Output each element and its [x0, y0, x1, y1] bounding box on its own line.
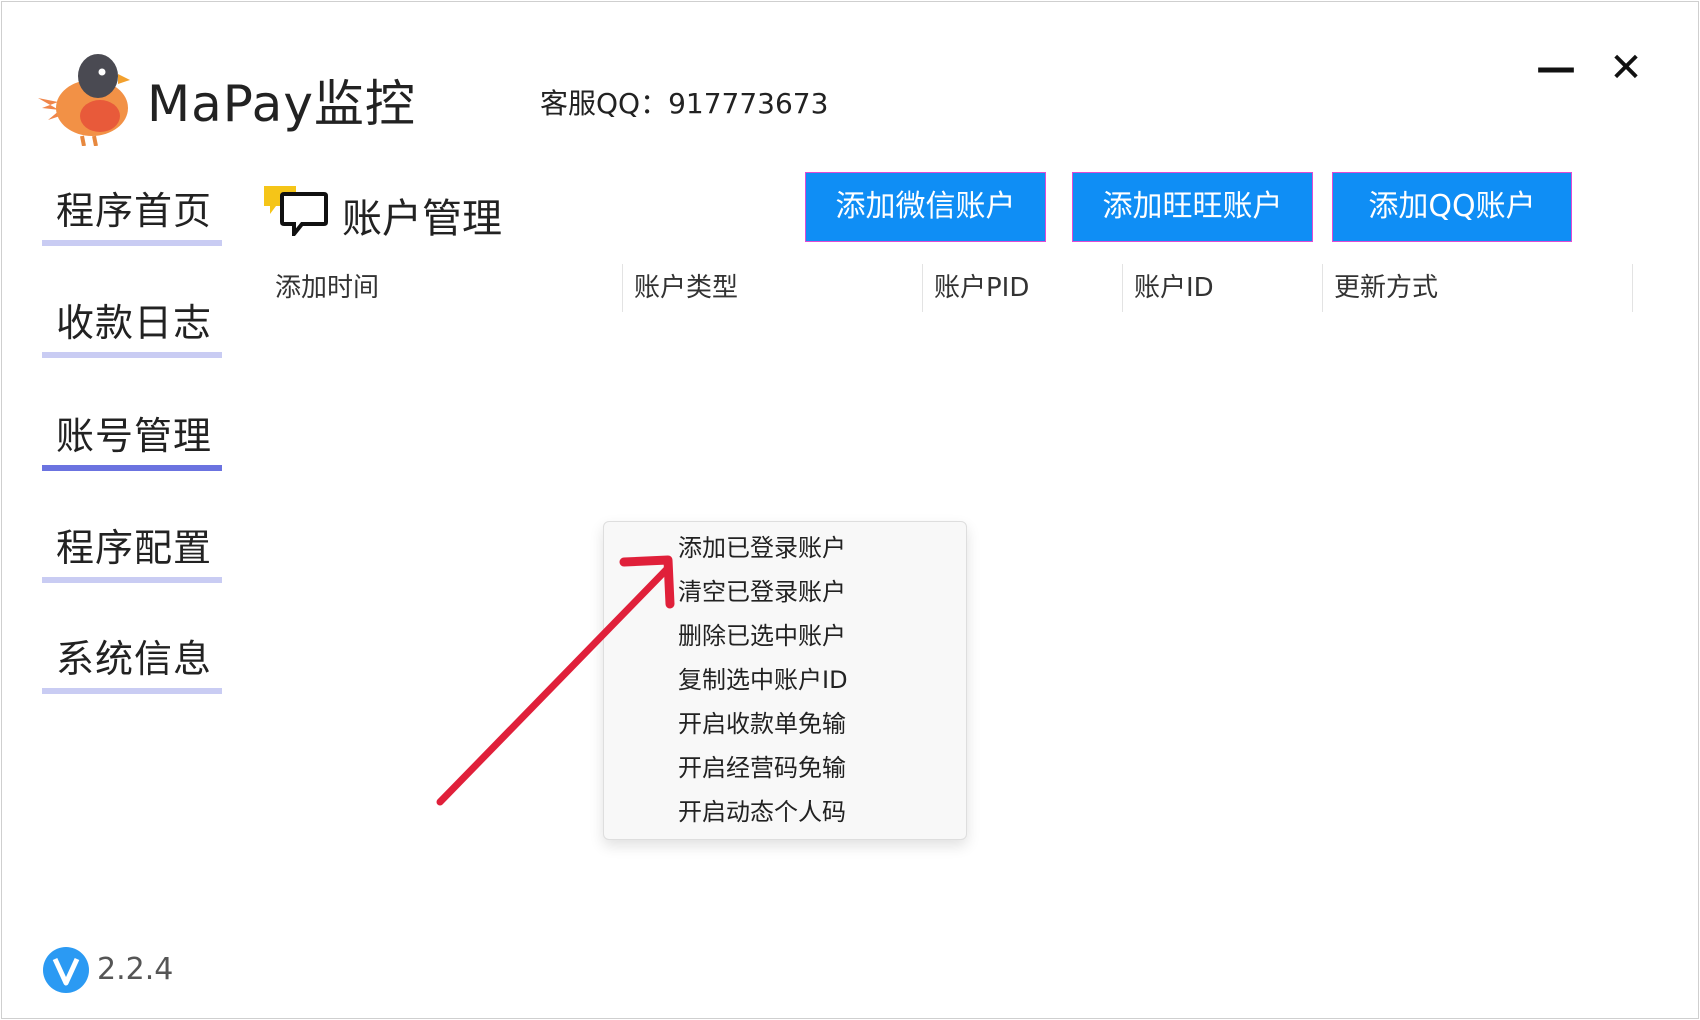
version-label: 2.2.4	[97, 952, 174, 987]
nav-underline	[42, 352, 222, 358]
minimize-button[interactable]: —	[1528, 44, 1584, 92]
sidebar-item-settings[interactable]: 程序配置	[42, 507, 222, 583]
menu-item-clear-logged-in-accounts[interactable]: 清空已登录账户	[678, 572, 846, 612]
menu-item-enable-dynamic-personal-code[interactable]: 开启动态个人码	[678, 792, 846, 832]
sidebar-item-label: 收款日志	[56, 301, 213, 345]
sidebar-item-payment-log[interactable]: 收款日志	[42, 282, 222, 358]
close-icon: ✕	[1609, 45, 1643, 91]
column-header-update-method[interactable]: 更新方式	[1334, 264, 1438, 312]
add-wechat-account-button[interactable]: 添加微信账户	[805, 172, 1046, 242]
minimize-icon: —	[1536, 45, 1576, 91]
v-badge-icon	[43, 947, 89, 993]
sidebar-item-label: 账号管理	[56, 414, 213, 458]
column-header-add-time[interactable]: 添加时间	[275, 264, 379, 312]
sidebar-item-system-info[interactable]: 系统信息	[42, 618, 222, 694]
menu-item-enable-business-code-no-input[interactable]: 开启经营码免输	[678, 748, 846, 788]
context-menu: 添加已登录账户 清空已登录账户 删除已选中账户 复制选中账户ID 开启收款单免输…	[603, 521, 967, 840]
app-title: MaPay监控	[147, 75, 416, 133]
nav-underline	[42, 688, 222, 694]
nav-underline	[42, 577, 222, 583]
column-divider[interactable]	[622, 264, 623, 312]
column-divider[interactable]	[1122, 264, 1123, 312]
menu-item-add-logged-in-account[interactable]: 添加已登录账户	[678, 528, 846, 568]
column-header-account-type[interactable]: 账户类型	[634, 264, 738, 312]
column-divider[interactable]	[922, 264, 923, 312]
add-wangwang-account-button[interactable]: 添加旺旺账户	[1072, 172, 1313, 242]
support-qq: 客服QQ：917773673	[540, 87, 829, 120]
chat-bubble-icon	[264, 186, 328, 236]
sidebar-item-account-management[interactable]: 账号管理	[42, 395, 222, 471]
column-divider[interactable]	[1322, 264, 1323, 312]
sidebar-item-label: 程序首页	[56, 189, 213, 233]
column-header-account-id[interactable]: 账户ID	[1134, 264, 1214, 312]
add-qq-account-button[interactable]: 添加QQ账户	[1332, 172, 1572, 242]
nav-underline	[42, 240, 222, 246]
column-header-account-pid[interactable]: 账户PID	[934, 264, 1029, 312]
menu-item-copy-selected-account-id[interactable]: 复制选中账户ID	[678, 660, 848, 700]
nav-underline-active	[42, 465, 222, 471]
sidebar-item-label: 系统信息	[56, 637, 213, 681]
page-title: 账户管理	[342, 196, 502, 242]
bird-logo-icon	[38, 54, 130, 146]
menu-item-enable-receipt-no-input[interactable]: 开启收款单免输	[678, 704, 846, 744]
menu-item-delete-selected-account[interactable]: 删除已选中账户	[678, 616, 846, 656]
column-divider[interactable]	[1632, 264, 1633, 312]
sidebar-item-home[interactable]: 程序首页	[42, 170, 222, 246]
sidebar-item-label: 程序配置	[56, 526, 213, 570]
app-window: MaPay监控 客服QQ：917773673 — ✕ 程序首页 收款日志 账号管…	[1, 1, 1699, 1019]
close-button[interactable]: ✕	[1598, 44, 1654, 92]
